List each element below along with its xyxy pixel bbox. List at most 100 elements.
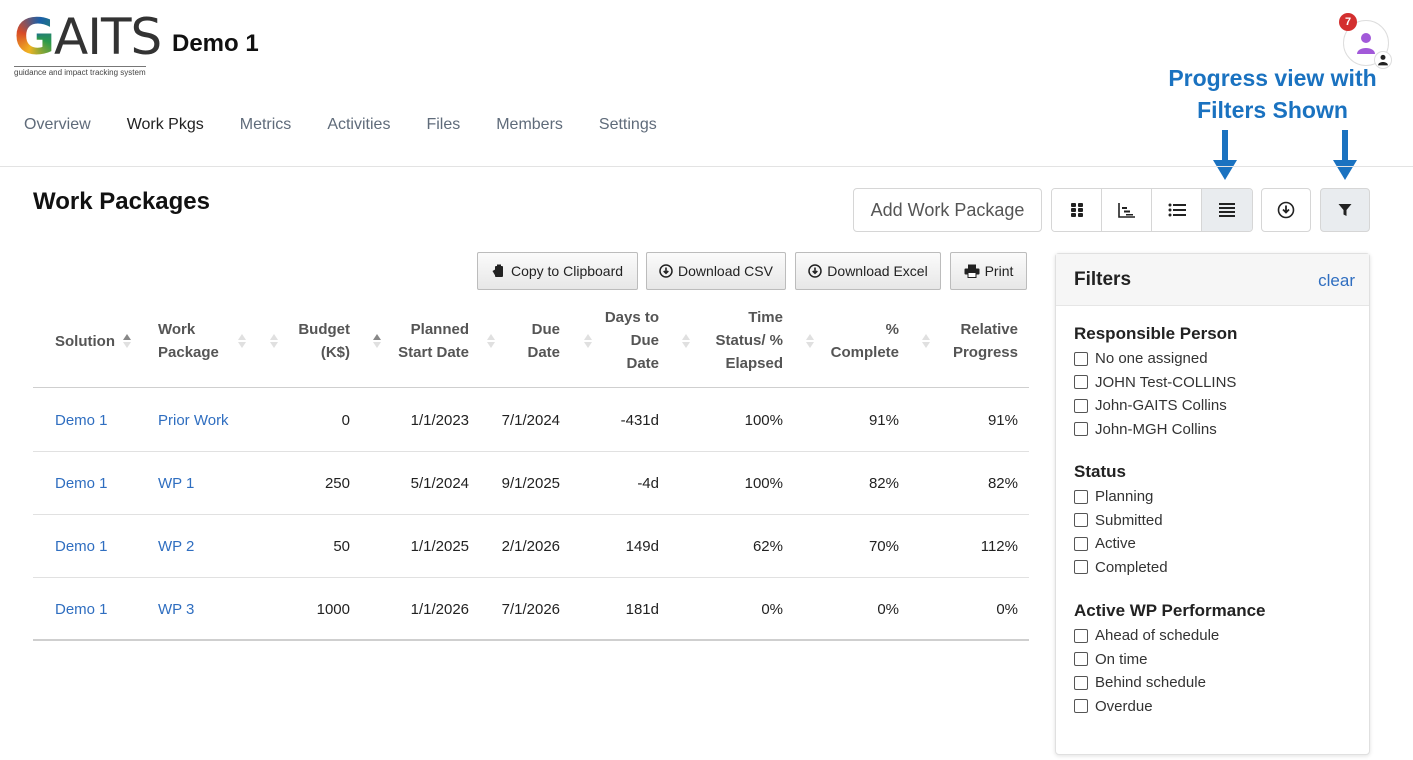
col-work-package[interactable]: Work Package: [158, 318, 219, 364]
filter-option[interactable]: John-GAITS Collins: [1074, 394, 1237, 418]
col-due-date[interactable]: Due Date: [503, 318, 560, 364]
checkbox[interactable]: [1074, 536, 1088, 551]
col-days-label-1: Days to: [604, 309, 659, 326]
col-planned-start[interactable]: Planned Start Date: [378, 318, 469, 364]
sort-icon[interactable]: [805, 332, 815, 350]
col-pct-label-2: Complete: [830, 344, 899, 361]
work-package-link[interactable]: WP 2: [158, 538, 194, 555]
tab-overview[interactable]: Overview: [24, 116, 91, 140]
sort-icon[interactable]: [583, 332, 593, 350]
filter-option[interactable]: Active: [1074, 532, 1168, 556]
list-view-icon: [1168, 203, 1186, 217]
download-csv-label: Download CSV: [678, 263, 773, 279]
filter-option[interactable]: No one assigned: [1074, 347, 1237, 371]
due-date-cell: 9/1/2025: [501, 475, 560, 492]
filter-option[interactable]: Submitted: [1074, 509, 1168, 533]
filter-group-responsible-person: Responsible Person No one assigned JOHN …: [1074, 321, 1237, 441]
filter-option[interactable]: JOHN Test-COLLINS: [1074, 371, 1237, 395]
tab-files[interactable]: Files: [426, 116, 460, 140]
filter-option[interactable]: Planning: [1074, 485, 1168, 509]
filter-option[interactable]: Behind schedule: [1074, 671, 1265, 695]
tab-settings[interactable]: Settings: [599, 116, 657, 140]
filter-group-status: Status Planning Submitted Active Complet…: [1074, 459, 1168, 579]
download-excel-button[interactable]: Download Excel: [795, 252, 941, 290]
table-row: Demo 1 Prior Work 0 1/1/2023 7/1/2024 -4…: [33, 389, 1029, 452]
col-work-package-label-2: Package: [158, 344, 219, 361]
printer-icon: [964, 264, 980, 278]
filter-option[interactable]: John-MGH Collins: [1074, 418, 1237, 442]
filter-toggle-button[interactable]: [1320, 188, 1370, 232]
sort-asc-icon[interactable]: [122, 332, 132, 350]
checkbox[interactable]: [1074, 560, 1088, 575]
logo-tagline: guidance and impact tracking system: [14, 66, 146, 77]
due-date-cell: 2/1/2026: [501, 538, 560, 555]
planned-start-cell: 5/1/2024: [410, 475, 469, 492]
table-header: Solution Work Package Budget (K$) Planne…: [33, 306, 1029, 388]
col-solution[interactable]: Solution: [55, 330, 115, 353]
download-button[interactable]: [1261, 188, 1311, 232]
filter-option[interactable]: Ahead of schedule: [1074, 624, 1265, 648]
solution-link[interactable]: Demo 1: [55, 601, 108, 618]
sort-icon[interactable]: [486, 332, 496, 350]
tab-members[interactable]: Members: [496, 116, 563, 140]
checkbox[interactable]: [1074, 675, 1088, 690]
col-budget-label-2: (K$): [320, 344, 350, 361]
work-package-link[interactable]: Prior Work: [158, 412, 229, 429]
col-percent-complete[interactable]: % Complete: [819, 318, 899, 364]
due-date-cell: 7/1/2026: [501, 601, 560, 618]
tab-metrics[interactable]: Metrics: [240, 116, 292, 140]
checkbox[interactable]: [1074, 351, 1088, 366]
work-package-link[interactable]: WP 3: [158, 601, 194, 618]
checkbox[interactable]: [1074, 699, 1088, 714]
checkbox[interactable]: [1074, 422, 1088, 437]
checkbox[interactable]: [1074, 513, 1088, 528]
checkbox[interactable]: [1074, 628, 1088, 643]
grid-view-button[interactable]: [1052, 189, 1102, 231]
sort-icon[interactable]: [681, 332, 691, 350]
print-label: Print: [984, 263, 1014, 279]
checkbox[interactable]: [1074, 375, 1088, 390]
progress-view-button[interactable]: [1202, 189, 1252, 231]
time-elapsed-cell: 100%: [744, 412, 783, 429]
list-view-button[interactable]: [1152, 189, 1202, 231]
relative-progress-cell: 0%: [996, 601, 1018, 618]
table-row: Demo 1 WP 1 250 5/1/2024 9/1/2025 -4d 10…: [33, 452, 1029, 515]
filter-option[interactable]: Overdue: [1074, 695, 1265, 719]
col-budget[interactable]: Budget (K$): [283, 318, 350, 364]
planned-start-cell: 1/1/2023: [410, 412, 469, 429]
sort-icon[interactable]: [237, 332, 247, 350]
checkbox[interactable]: [1074, 398, 1088, 413]
download-excel-label: Download Excel: [827, 263, 928, 279]
col-days-label-3: Date: [626, 355, 659, 372]
col-days-to-due[interactable]: Days to Due Date: [593, 306, 659, 375]
checkbox[interactable]: [1074, 489, 1088, 504]
gaits-logo[interactable]: GAITS guidance and impact tracking syste…: [14, 10, 166, 77]
filter-option[interactable]: On time: [1074, 648, 1265, 672]
download-csv-button[interactable]: Download CSV: [646, 252, 786, 290]
copy-to-clipboard-label: Copy to Clipboard: [510, 263, 624, 279]
budget-cell: 1000: [316, 601, 350, 618]
add-work-package-button[interactable]: Add Work Package: [853, 188, 1042, 232]
filter-option[interactable]: Completed: [1074, 556, 1168, 580]
filter-group-title: Active WP Performance: [1074, 601, 1266, 620]
solution-link[interactable]: Demo 1: [55, 475, 108, 492]
solution-link[interactable]: Demo 1: [55, 412, 108, 429]
tab-activities[interactable]: Activities: [327, 116, 390, 140]
chart-view-button[interactable]: [1102, 189, 1152, 231]
tab-work-pkgs[interactable]: Work Pkgs: [127, 116, 204, 140]
solution-link[interactable]: Demo 1: [55, 538, 108, 555]
checkbox[interactable]: [1074, 652, 1088, 667]
sort-icon[interactable]: [269, 332, 279, 350]
print-button[interactable]: Print: [950, 252, 1027, 290]
planned-start-cell: 1/1/2025: [410, 538, 469, 555]
filter-group-title: Status: [1074, 462, 1126, 481]
col-time-label-1: Time: [748, 309, 783, 326]
copy-to-clipboard-button[interactable]: Copy to Clipboard: [477, 252, 638, 290]
filter-option-label: Completed: [1095, 558, 1168, 576]
clipboard-hand-icon: [492, 264, 503, 277]
col-time-elapsed[interactable]: Time Status/ % Elapsed: [698, 306, 783, 375]
work-package-link[interactable]: WP 1: [158, 475, 194, 492]
notification-badge[interactable]: 7: [1339, 13, 1357, 31]
clear-filters-link[interactable]: clear: [1318, 271, 1355, 291]
col-relative-progress[interactable]: Relative Progress: [928, 318, 1018, 364]
